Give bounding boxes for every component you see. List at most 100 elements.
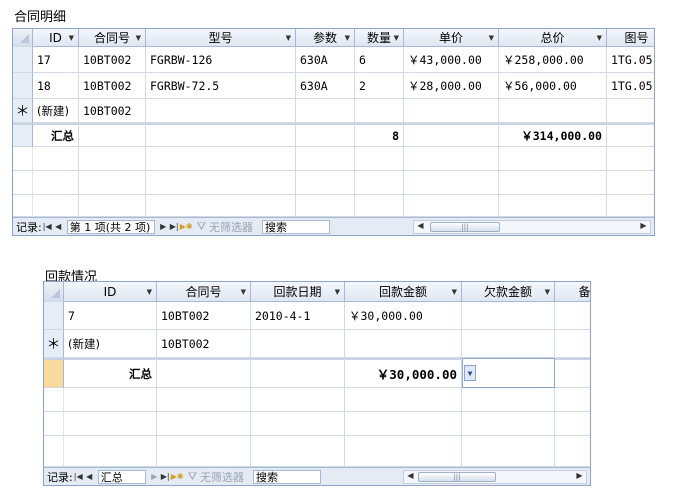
cell-payment-date[interactable]: 2010-4-1: [251, 302, 345, 330]
sort-arrow-icon[interactable]: ▼: [345, 34, 350, 42]
cell-id-new[interactable]: (新建): [64, 330, 157, 358]
col-header-id[interactable]: ID ▼: [64, 282, 157, 302]
sort-arrow-icon[interactable]: ▼: [69, 34, 74, 42]
totals-row[interactable]: 汇总 ￥30,000.00 ▼: [44, 358, 590, 388]
col-header-total-price[interactable]: 总价 ▼: [499, 29, 607, 47]
cell-contract-no[interactable]: 10BT002: [79, 73, 146, 99]
cell-param[interactable]: 630A: [296, 47, 355, 73]
cell-unit-price[interactable]: ￥43,000.00: [404, 47, 499, 73]
col-header-id[interactable]: ID ▼: [33, 29, 79, 47]
record-label: 记录:: [16, 220, 42, 234]
scrollbar-thumb[interactable]: |||: [418, 472, 496, 482]
cell-contract-no-new[interactable]: 10BT002: [79, 99, 146, 123]
totals-total-price: ￥314,000.00: [499, 123, 607, 147]
col-header-contract-no[interactable]: 合同号 ▼: [79, 29, 146, 47]
no-filter-button[interactable]: ⛛ 无筛选器: [197, 219, 253, 235]
col-header-unit-price[interactable]: 单价 ▼: [404, 29, 499, 47]
next-record-icon[interactable]: ▶: [149, 472, 160, 481]
horizontal-scrollbar[interactable]: ◀ ||| ▶: [413, 220, 651, 234]
cell-quantity[interactable]: 6: [355, 47, 404, 73]
record-label: 记录:: [47, 470, 73, 484]
horizontal-scrollbar[interactable]: ◀ ||| ▶: [403, 470, 587, 484]
no-filter-button[interactable]: ⛛ 无筛选器: [188, 469, 244, 485]
sort-arrow-icon[interactable]: ▼: [147, 288, 152, 296]
scrollbar-thumb[interactable]: |||: [430, 222, 500, 232]
select-all-corner[interactable]: [44, 282, 64, 302]
contract-section-title: 合同明细: [14, 10, 67, 25]
previous-record-icon[interactable]: ◀: [53, 222, 64, 231]
last-record-icon[interactable]: ▶|: [169, 222, 180, 231]
cell-quantity[interactable]: 2: [355, 73, 404, 99]
col-header-payment-date[interactable]: 回款日期 ▼: [251, 282, 345, 302]
cell-contract-no-new[interactable]: 10BT002: [157, 330, 251, 358]
totals-label: 汇总: [33, 123, 79, 147]
new-record-icon[interactable]: ▶✱: [171, 472, 184, 481]
row-selector[interactable]: [44, 302, 64, 330]
new-record-row[interactable]: ＊ (新建) 10BT002: [44, 330, 590, 358]
chevron-down-icon[interactable]: ▼: [464, 365, 476, 381]
cell-id[interactable]: 7: [64, 302, 157, 330]
row-selector[interactable]: [13, 73, 33, 99]
cell-remarks[interactable]: [555, 302, 590, 330]
select-all-corner[interactable]: [13, 29, 33, 47]
col-header-quantity[interactable]: 数量 ▼: [355, 29, 404, 47]
payment-header-row: ID ▼ 合同号 ▼ 回款日期 ▼ 回款金额 ▼ 欠款金额 ▼ 备: [44, 282, 590, 302]
cell-unit-price[interactable]: ￥28,000.00: [404, 73, 499, 99]
previous-record-icon[interactable]: ◀: [84, 472, 95, 481]
next-record-icon[interactable]: ▶: [158, 222, 169, 231]
cell-drawing-no[interactable]: 1TG.05: [607, 73, 654, 99]
row-selector[interactable]: [13, 47, 33, 73]
cell-payment-amount[interactable]: ￥30,000.00: [345, 302, 462, 330]
scroll-right-icon[interactable]: ▶: [574, 471, 585, 480]
col-header-param[interactable]: 参数 ▼: [296, 29, 355, 47]
cell-id[interactable]: 18: [33, 73, 79, 99]
scroll-right-icon[interactable]: ▶: [638, 221, 649, 230]
funnel-icon: ⛛: [196, 219, 206, 233]
last-record-icon[interactable]: ▶|: [160, 472, 171, 481]
record-position-field[interactable]: 汇总: [97, 469, 146, 484]
contract-datasheet[interactable]: ID ▼ 合同号 ▼ 型号 ▼ 参数 ▼ 数量 ▼ 单价 ▼ 总价 ▼ 图号 17 10BT0…: [12, 28, 655, 236]
record-position-field[interactable]: 第 1 项(共 2 项): [66, 219, 155, 234]
cell-drawing-no[interactable]: 1TG.05: [607, 47, 654, 73]
col-header-payment-amount[interactable]: 回款金额 ▼: [345, 282, 462, 302]
table-row[interactable]: 17 10BT002 FGRBW-126 630A 6 ￥43,000.00 ￥…: [13, 47, 654, 73]
cell-param[interactable]: 630A: [296, 73, 355, 99]
sort-arrow-icon[interactable]: ▼: [241, 288, 246, 296]
sort-arrow-icon[interactable]: ▼: [545, 288, 550, 296]
row-selector-active[interactable]: [44, 358, 64, 388]
col-header-drawing-no[interactable]: 图号: [607, 29, 654, 47]
sort-arrow-icon[interactable]: ▼: [286, 34, 291, 42]
sort-arrow-icon[interactable]: ▼: [489, 34, 494, 42]
totals-label: 汇总: [64, 358, 157, 388]
cell-model[interactable]: FGRBW-72.5: [146, 73, 296, 99]
scroll-left-icon[interactable]: ◀: [415, 221, 426, 230]
col-header-remarks[interactable]: 备: [555, 282, 590, 302]
cell-contract-no[interactable]: 10BT002: [79, 47, 146, 73]
col-header-owed-amount[interactable]: 欠款金额 ▼: [462, 282, 555, 302]
cell-total-price[interactable]: ￥258,000.00: [499, 47, 607, 73]
new-record-icon[interactable]: ▶✱: [180, 222, 193, 231]
totals-owed-amount-combo[interactable]: ▼: [462, 358, 555, 388]
cell-total-price[interactable]: ￥56,000.00: [499, 73, 607, 99]
col-header-model[interactable]: 型号 ▼: [146, 29, 296, 47]
first-record-icon[interactable]: |◀: [42, 222, 53, 231]
sort-arrow-icon[interactable]: ▼: [597, 34, 602, 42]
search-input[interactable]: 搜索: [252, 469, 321, 484]
cell-id[interactable]: 17: [33, 47, 79, 73]
cell-contract-no[interactable]: 10BT002: [157, 302, 251, 330]
cell-owed-amount[interactable]: [462, 302, 555, 330]
cell-model[interactable]: FGRBW-126: [146, 47, 296, 73]
search-input[interactable]: 搜索: [261, 219, 330, 234]
first-record-icon[interactable]: |◀: [73, 472, 84, 481]
payment-datasheet[interactable]: ID ▼ 合同号 ▼ 回款日期 ▼ 回款金额 ▼ 欠款金额 ▼ 备 7 10BT002 2…: [43, 281, 591, 486]
sort-arrow-icon[interactable]: ▼: [394, 34, 399, 42]
sort-arrow-icon[interactable]: ▼: [136, 34, 141, 42]
col-header-contract-no[interactable]: 合同号 ▼: [157, 282, 251, 302]
new-record-row[interactable]: ＊ (新建) 10BT002: [13, 99, 654, 123]
table-row[interactable]: 18 10BT002 FGRBW-72.5 630A 2 ￥28,000.00 …: [13, 73, 654, 99]
table-row[interactable]: 7 10BT002 2010-4-1 ￥30,000.00: [44, 302, 590, 330]
scroll-left-icon[interactable]: ◀: [405, 471, 416, 480]
sort-arrow-icon[interactable]: ▼: [452, 288, 457, 296]
cell-id-new[interactable]: (新建): [33, 99, 79, 123]
sort-arrow-icon[interactable]: ▼: [335, 288, 340, 296]
